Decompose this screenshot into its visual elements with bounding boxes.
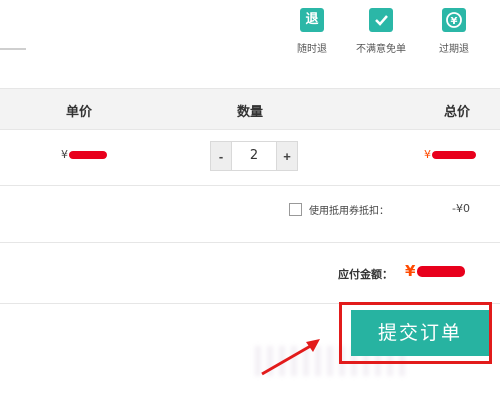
coupon-label: 使用抵用券抵扣： — [309, 206, 389, 217]
guarantee-label: 随时退 — [297, 44, 327, 55]
redacted-mark — [417, 266, 466, 277]
payable-amount: ¥ — [405, 262, 466, 280]
clock-return-glyph: ¥ — [451, 16, 458, 27]
increase-quantity-button[interactable]: + — [277, 142, 297, 170]
check-icon — [369, 8, 393, 32]
total-price-symbol: ¥ — [424, 148, 431, 161]
payable-symbol: ¥ — [405, 262, 416, 280]
guarantee-free-if-unsatisfied: 不满意免单 — [341, 8, 421, 55]
guarantee-expired-refund: ¥ 过期退 — [414, 8, 494, 55]
clock-return-icon: ¥ — [442, 8, 466, 32]
unit-price-symbol: ¥ — [61, 148, 68, 161]
guarantee-label: 过期退 — [439, 44, 469, 55]
redacted-mark — [432, 151, 476, 159]
header-total: 总价 — [444, 105, 471, 120]
total-price: ¥ — [424, 148, 476, 161]
coupon-amount: -¥0 — [452, 202, 470, 215]
guarantee-anytime-refund: 退 随时退 — [272, 8, 352, 55]
submit-order-button[interactable]: 提交订单 — [351, 310, 489, 356]
header-quantity: 数量 — [237, 105, 264, 120]
payable-label: 应付金额： — [338, 268, 393, 281]
use-coupon-checkbox[interactable] — [289, 203, 302, 216]
return-icon: 退 — [300, 8, 324, 32]
order-table-header: 单价 数量 总价 — [0, 88, 500, 130]
pointer-arrow-icon — [261, 339, 320, 376]
guarantee-label: 不满意免单 — [356, 44, 406, 55]
header-unit-price: 单价 — [66, 105, 93, 120]
divider — [0, 48, 26, 50]
quantity-stepper: - 2 + — [210, 141, 298, 171]
redacted-mark — [69, 151, 107, 159]
unit-price: ¥ — [61, 148, 107, 161]
coupon-row — [0, 186, 500, 243]
order-confirmation-page: 退 随时退 不满意免单 ¥ 过期退 单价 数量 总价 ¥ ¥ - 2 + 使用抵… — [0, 0, 500, 400]
decrease-quantity-button[interactable]: - — [211, 142, 231, 170]
quantity-input[interactable]: 2 — [231, 142, 277, 170]
